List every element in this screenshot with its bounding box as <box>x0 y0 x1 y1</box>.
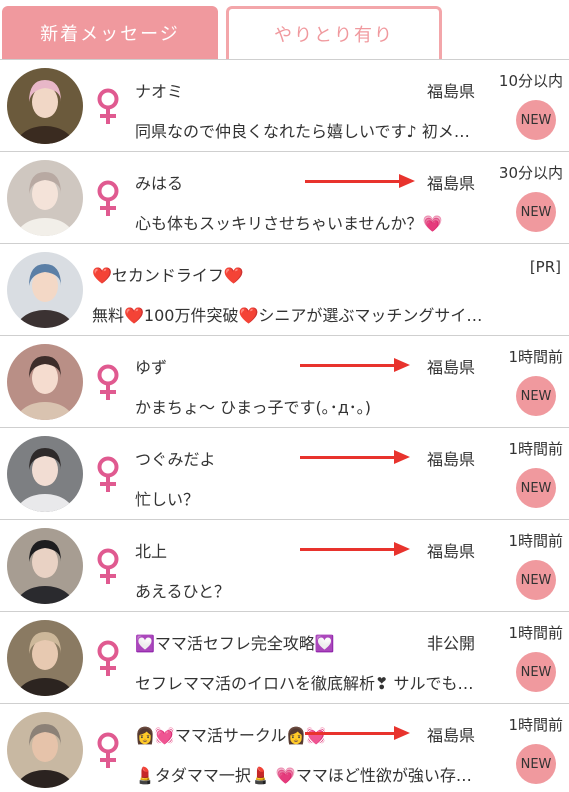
female-symbol-icon <box>97 364 119 400</box>
message-preview: 忙しい？ <box>135 490 200 509</box>
avatar[interactable] <box>7 252 83 328</box>
message-row[interactable]: 💟ママ活セフレ完全攻略💟 セフレママ活のイロハを徹底解析❣ サルでも… 非公開 1時間… <box>0 611 569 703</box>
location-label: 福島県 <box>427 174 476 193</box>
message-preview: 💄タダママ一択💄 💗ママほど性欲が強い存… <box>135 766 472 785</box>
sender-name: つぐみだよ <box>135 450 216 469</box>
tab-exchanged[interactable]: やりとり有り <box>226 6 442 59</box>
time-label: 1時間前 <box>508 440 563 458</box>
sender-name: ゆず <box>135 358 168 377</box>
female-symbol-icon <box>97 640 119 676</box>
time-label: 1時間前 <box>508 624 563 642</box>
sender-name: ナオミ <box>135 82 184 101</box>
tab-new-messages[interactable]: 新着メッセージ <box>2 6 218 59</box>
sender-name: ❤️セカンドライフ❤️ <box>92 266 244 285</box>
time-label: 1時間前 <box>508 532 563 550</box>
message-list: ナオミ 同県なので仲良くなれたら嬉しいです♪ 初メ… 福島県 10分以内 NEW みはる心… <box>0 59 569 792</box>
red-arrow-annotation <box>305 174 415 188</box>
red-arrow-annotation <box>300 358 410 372</box>
message-preview: あえるひと？ <box>135 582 231 601</box>
avatar[interactable] <box>7 528 83 604</box>
sender-name: 💟ママ活セフレ完全攻略💟 <box>135 634 335 653</box>
new-badge: NEW <box>516 652 556 692</box>
avatar-photo <box>7 344 83 420</box>
message-preview: 心も体もスッキリさせちゃいませんか？💗 <box>135 214 443 233</box>
location-label: 福島県 <box>427 82 476 101</box>
avatar-photo <box>7 160 83 236</box>
new-badge: NEW <box>516 192 556 232</box>
new-badge: NEW <box>516 744 556 784</box>
red-arrow-annotation <box>300 450 410 464</box>
avatar[interactable] <box>7 436 83 512</box>
location-label: 福島県 <box>427 450 476 469</box>
tab-bar: 新着メッセージ やりとり有り <box>0 0 569 62</box>
female-symbol-icon <box>97 548 119 584</box>
avatar[interactable] <box>7 712 83 788</box>
avatar-photo <box>7 712 83 788</box>
message-row[interactable]: ゆずかまちょ～ ひまっ子です(｡･д･｡) 福島県 1時間前 NEW <box>0 335 569 427</box>
avatar[interactable] <box>7 160 83 236</box>
pr-tag: [PR] <box>529 258 561 276</box>
message-row[interactable]: つぐみだよ忙しい？ 福島県 1時間前 NEW <box>0 427 569 519</box>
message-row[interactable]: 北上あえるひと？ 福島県 1時間前 NEW <box>0 519 569 611</box>
message-row[interactable]: 👩💓ママ活サークル👩💓 💄タダママ一択💄 💗ママほど性欲が強い存… 福島県 1時間前 N… <box>0 703 569 792</box>
female-symbol-icon <box>97 88 119 124</box>
red-arrow-annotation <box>300 542 410 556</box>
new-badge: NEW <box>516 100 556 140</box>
sender-name: 北上 <box>135 542 168 561</box>
time-label: 1時間前 <box>508 348 563 366</box>
avatar-photo <box>7 528 83 604</box>
new-badge: NEW <box>516 468 556 508</box>
avatar-photo <box>7 252 83 328</box>
message-row[interactable]: ナオミ同県なので仲良くなれたら嬉しいです♪ 初メ… 福島県 10分以内 NEW <box>0 59 569 151</box>
message-preview: 同県なので仲良くなれたら嬉しいです♪ 初メ… <box>135 122 470 141</box>
location-label: 福島県 <box>427 358 476 377</box>
time-label: 10分以内 <box>498 72 563 90</box>
avatar-photo <box>7 68 83 144</box>
avatar[interactable] <box>7 620 83 696</box>
location-label: 福島県 <box>427 542 476 561</box>
avatar-photo <box>7 620 83 696</box>
female-symbol-icon <box>97 456 119 492</box>
female-symbol-icon <box>97 180 119 216</box>
female-symbol-icon <box>97 732 119 768</box>
time-label: 1時間前 <box>508 716 563 734</box>
time-label: 30分以内 <box>498 164 563 182</box>
location-label: 非公開 <box>427 634 476 653</box>
red-arrow-annotation <box>305 726 410 740</box>
avatar[interactable] <box>7 344 83 420</box>
new-badge: NEW <box>516 560 556 600</box>
sender-name: 👩💓ママ活サークル👩💓 <box>135 726 327 745</box>
avatar[interactable] <box>7 68 83 144</box>
new-badge: NEW <box>516 376 556 416</box>
location-label: 福島県 <box>427 726 476 745</box>
sender-name: みはる <box>135 174 184 193</box>
message-preview: かまちょ～ ひまっ子です(｡･д･｡) <box>135 398 371 417</box>
message-preview: 無料❤️100万件突破❤️シニアが選ぶマッチングサイ… <box>92 306 483 325</box>
message-preview: セフレママ活のイロハを徹底解析❣ サルでも… <box>135 674 474 693</box>
ad-row[interactable]: ❤️セカンドライフ❤️ 無料❤️100万件突破❤️シニアが選ぶマッチングサイ… [P… <box>0 243 569 335</box>
message-row[interactable]: みはる心も体もスッキリさせちゃいませんか？💗 福島県 30分以内 NEW <box>0 151 569 243</box>
avatar-photo <box>7 436 83 512</box>
